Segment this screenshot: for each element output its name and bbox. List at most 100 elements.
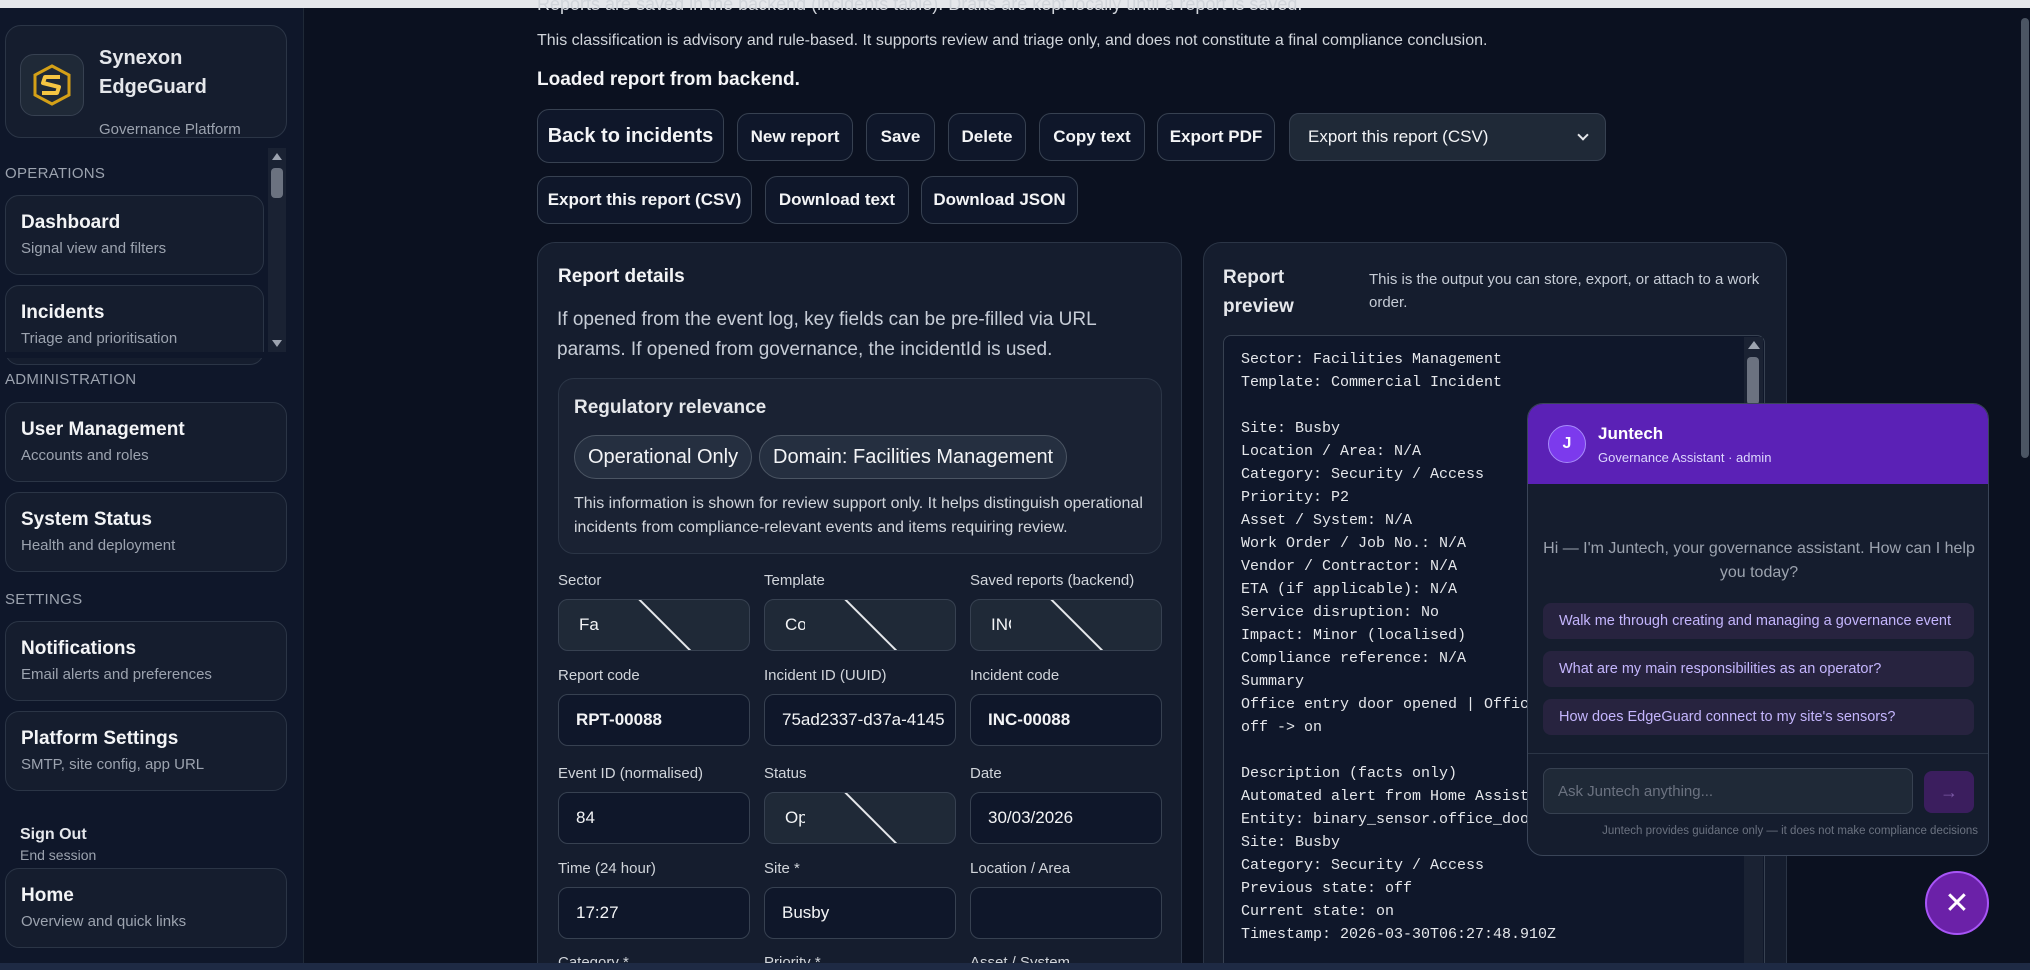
assistant-avatar: J bbox=[1548, 425, 1586, 463]
sidebar-item-subtitle: Signal view and filters bbox=[21, 240, 167, 257]
sidebar-item-home[interactable]: Home Overview and quick links bbox=[5, 868, 287, 948]
suggestion-chip[interactable]: What are my main responsibilities as an … bbox=[1543, 651, 1974, 687]
sidebar-item-title: System Status bbox=[21, 509, 152, 530]
site-field[interactable]: Busby bbox=[764, 887, 956, 939]
sign-out-title: Sign Out bbox=[20, 826, 87, 843]
brand-subtitle: Governance Platform bbox=[99, 121, 241, 138]
sidebar-item-title: Dashboard bbox=[21, 212, 121, 233]
incident-code-label: Incident code bbox=[970, 667, 1060, 684]
template-label: Template bbox=[764, 572, 825, 589]
page-scrollbar[interactable] bbox=[2020, 8, 2030, 963]
sidebar-item-title: Home bbox=[21, 885, 74, 906]
delete-button[interactable]: Delete bbox=[948, 113, 1026, 161]
regulatory-title: Regulatory relevance bbox=[574, 397, 767, 418]
sidebar-scrollbar[interactable] bbox=[268, 148, 286, 352]
sector-label: Sector bbox=[558, 572, 602, 589]
chat-input[interactable]: Ask Juntech anything... bbox=[1543, 768, 1913, 814]
close-chat-button[interactable]: ✕ bbox=[1925, 871, 1989, 935]
site-label: Site * bbox=[764, 860, 800, 877]
report-preview-title: Report preview bbox=[1223, 267, 1294, 317]
sidebar-item-title: User Management bbox=[21, 419, 185, 440]
sidebar-item-platform-settings[interactable]: Platform Settings SMTP, site config, app… bbox=[5, 711, 287, 791]
scroll-thumb[interactable] bbox=[271, 168, 283, 198]
sidebar-item-title: Incidents bbox=[21, 302, 105, 323]
chat-disclaimer: Juntech provides guidance only — it does… bbox=[1602, 825, 1978, 837]
event-id-field[interactable]: 84 bbox=[558, 792, 750, 844]
status-label: Status bbox=[764, 765, 807, 782]
report-details-description: If opened from the event log, key fields… bbox=[557, 309, 1096, 360]
incident-id-field[interactable]: 75ad2337-d37a-4145 bbox=[764, 694, 956, 746]
brand-card: Synexon EdgeGuard Governance Platform bbox=[5, 25, 287, 138]
preview-line: Category: Security / Access bbox=[1241, 857, 1485, 874]
sidebar-item-user-management[interactable]: User Management Accounts and roles bbox=[5, 402, 287, 482]
chat-header: J Juntech Governance Assistant · admin bbox=[1528, 404, 1988, 484]
sidebar-item-title: Notifications bbox=[21, 638, 137, 659]
sidebar-item-subtitle: Health and deployment bbox=[21, 537, 176, 554]
status-select[interactable]: Open bbox=[764, 792, 956, 844]
sidebar-item-subtitle: SMTP, site config, app URL bbox=[21, 756, 205, 773]
sector-select[interactable]: Facilities Management bbox=[558, 599, 750, 651]
taskbar-edge bbox=[0, 963, 2030, 970]
save-button[interactable]: Save bbox=[866, 113, 935, 161]
section-label-settings: SETTINGS bbox=[5, 591, 83, 608]
sidebar-item-subtitle: Accounts and roles bbox=[21, 447, 149, 464]
date-label: Date bbox=[970, 765, 1002, 782]
report-code-label: Report code bbox=[558, 667, 640, 684]
send-arrow-icon[interactable]: → bbox=[1924, 771, 1974, 813]
scroll-down-arrow-icon[interactable] bbox=[272, 340, 282, 347]
regulatory-relevance-panel: Regulatory relevance Operational Only Do… bbox=[558, 378, 1162, 554]
assistant-name: Juntech bbox=[1598, 424, 1664, 443]
copy-text-button[interactable]: Copy text bbox=[1039, 113, 1145, 161]
export-pdf-button[interactable]: Export PDF bbox=[1157, 113, 1275, 161]
sidebar-item-dashboard[interactable]: Dashboard Signal view and filters bbox=[5, 195, 264, 275]
chevron-down-icon bbox=[822, 600, 924, 650]
status-value: Open bbox=[785, 808, 805, 827]
assistant-role: Governance Assistant · admin bbox=[1598, 450, 1772, 465]
page-scroll-thumb[interactable] bbox=[2021, 18, 2029, 458]
assistant-chat-panel: J Juntech Governance Assistant · admin H… bbox=[1527, 403, 1989, 856]
date-field[interactable]: 30/03/2026 bbox=[970, 792, 1162, 844]
time-field[interactable]: 17:27 bbox=[558, 887, 750, 939]
scroll-thumb[interactable] bbox=[1747, 357, 1759, 405]
report-preview-subtitle: This is the output you can store, export… bbox=[1369, 271, 1760, 311]
back-to-incidents-button[interactable]: Back to incidents bbox=[537, 109, 724, 163]
saved-reports-value: INC-00088 | RPT-00088 bbox=[991, 615, 1011, 634]
sidebar-item-subtitle: Overview and quick links bbox=[21, 913, 187, 930]
sign-out-subtitle: End session bbox=[20, 847, 97, 863]
scroll-up-arrow-icon[interactable] bbox=[1748, 341, 1760, 349]
suggestion-chip[interactable]: How does EdgeGuard connect to my site's … bbox=[1543, 699, 1974, 735]
scroll-up-arrow-icon[interactable] bbox=[272, 153, 282, 160]
chevron-down-icon bbox=[822, 793, 924, 843]
report-code-field[interactable]: RPT-00088 bbox=[558, 694, 750, 746]
sidebar-item-system-status[interactable]: System Status Health and deployment bbox=[5, 492, 287, 572]
sign-out-link[interactable]: Sign Out End session bbox=[20, 826, 96, 863]
saved-reports-label: Saved reports (backend) bbox=[970, 572, 1135, 589]
download-text-button[interactable]: Download text bbox=[765, 176, 909, 224]
incident-id-label: Incident ID (UUID) bbox=[764, 667, 887, 684]
chevron-down-icon bbox=[1028, 600, 1130, 650]
preview-line: Previous state: off bbox=[1241, 880, 1413, 897]
event-id-label: Event ID (normalised) bbox=[558, 765, 704, 782]
preview-line: Sector: Facilities Management bbox=[1241, 351, 1503, 368]
export-csv-button[interactable]: Export this report (CSV) bbox=[537, 176, 752, 224]
preview-line: Current state: on bbox=[1241, 903, 1395, 920]
export-format-value: Export this report (CSV) bbox=[1308, 127, 1489, 146]
template-select[interactable]: Commercial Incident bbox=[764, 599, 956, 651]
saved-reports-select[interactable]: INC-00088 | RPT-00088 bbox=[970, 599, 1162, 651]
location-field[interactable] bbox=[970, 887, 1162, 939]
incident-code-field[interactable]: INC-00088 bbox=[970, 694, 1162, 746]
brand-name: Synexon EdgeGuard bbox=[99, 47, 207, 98]
sidebar-item-title: Platform Settings bbox=[21, 728, 179, 749]
classification-badge: Operational Only bbox=[574, 435, 753, 479]
sector-value: Facilities Management bbox=[579, 615, 599, 634]
location-label: Location / Area bbox=[970, 860, 1071, 877]
sidebar-item-notifications[interactable]: Notifications Email alerts and preferenc… bbox=[5, 621, 287, 701]
export-format-select[interactable]: Export this report (CSV) bbox=[1289, 113, 1606, 161]
chevron-down-icon bbox=[616, 600, 718, 650]
suggestion-chip[interactable]: Walk me through creating and managing a … bbox=[1543, 603, 1974, 639]
new-report-button[interactable]: New report bbox=[737, 113, 853, 161]
time-label: Time (24 hour) bbox=[558, 860, 656, 877]
domain-badge: Domain: Facilities Management bbox=[759, 435, 1068, 479]
download-json-button[interactable]: Download JSON bbox=[921, 176, 1078, 224]
section-label-operations: OPERATIONS bbox=[5, 165, 106, 182]
